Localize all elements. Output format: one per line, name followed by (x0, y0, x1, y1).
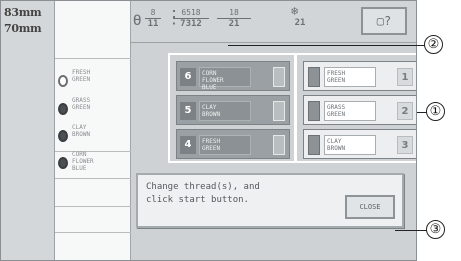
color-swatch (308, 67, 320, 87)
needle-number: 1 (397, 68, 413, 86)
thread-name: GRASS GREEN (72, 97, 91, 111)
callout-one: ① (426, 102, 445, 121)
thread-list-item[interactable]: FRESH GREEN (58, 69, 131, 91)
thread-time-icon: ❄ (291, 4, 299, 18)
thread-color-name: CLAY BROWN (324, 135, 376, 155)
current-thread-button[interactable]: 4 FRESH GREEN (176, 129, 290, 159)
thread-color-name: FRESH GREEN (324, 67, 376, 87)
thread-name: FRESH GREEN (72, 69, 91, 83)
thread-color-name: GRASS GREEN (324, 101, 376, 121)
needle-counter: 8 11 (145, 8, 161, 30)
callout-line-three (395, 230, 427, 231)
thread-list-item[interactable]: GRASS GREEN (58, 97, 131, 119)
new-thread-button[interactable]: 1 FRESH GREEN (303, 61, 416, 91)
new-thread-button[interactable]: 3 CLAY BROWN (303, 129, 416, 159)
color-swatch (308, 101, 320, 121)
spool-icon (58, 157, 68, 169)
message-dialog: Change thread(s), and click start button… (136, 173, 404, 228)
spool-icon (58, 130, 68, 142)
help-icon[interactable]: ▢? (361, 7, 407, 35)
thread-list[interactable]: FRESH GREEN GRASS GREEN CLAY BROWN CORN FLO… (55, 1, 131, 260)
thread-color-name: FRESH GREEN (199, 135, 251, 155)
thread-color-name: CLAY BROWN (199, 101, 251, 121)
thread-name: CORN FLOWER BLUE (72, 151, 94, 172)
callout-two: ② (424, 35, 443, 54)
thread-color-name: CORN FLOWER BLUE (199, 67, 251, 91)
thread-name: CLAY BROWN (72, 124, 91, 138)
current-thread-button[interactable]: 5 CLAY BROWN (176, 95, 290, 125)
color-swatch (308, 135, 320, 155)
height-value: 83mm (4, 6, 42, 19)
current-thread-button[interactable]: 6 CORN FLOWER BLUE (176, 61, 290, 91)
new-thread-group: 1 FRESH GREEN 2 GRASS GREEN 3 CLAY BROWN (295, 53, 416, 163)
color-swatch (273, 101, 285, 121)
close-button[interactable]: CLOSE (345, 195, 395, 219)
callout-line-two (228, 45, 427, 46)
dimension-panel: 83mm 70mm (1, 1, 55, 260)
color-swatch (273, 135, 285, 155)
callout-three: ③ (426, 220, 445, 239)
needle-number: 6 (180, 68, 196, 86)
status-bar: ϴ 8 11 ⋮ 6518 7312 18 21 ❄ 21 ▢? (131, 1, 416, 43)
thread-change-panel: 6 CORN FLOWER BLUE 5 CLAY BROWN 4 FRESH GREEN… (131, 43, 416, 260)
needle-icon: ϴ (133, 13, 142, 29)
stitch-counter: 6518 7312 (173, 8, 209, 30)
width-value: 70mm (4, 22, 42, 35)
spool-icon (58, 103, 68, 115)
thread-list-item[interactable]: CORN FLOWER BLUE (58, 151, 131, 173)
thread-list-item[interactable]: CLAY BROWN (58, 124, 131, 146)
color-swatch (273, 67, 285, 87)
time-remaining: 21 (294, 18, 306, 28)
new-thread-button[interactable]: 2 GRASS GREEN (303, 95, 416, 125)
needle-number: 4 (180, 136, 196, 154)
spool-icon (58, 75, 68, 87)
embroidery-screen: 83mm 70mm FRESH GREEN GRASS GREEN CLAY BRO… (0, 0, 417, 261)
needle-number: 3 (397, 136, 413, 154)
needle-number: 2 (397, 102, 413, 120)
dialog-message: Change thread(s), and click start button… (146, 182, 260, 205)
current-thread-group: 6 CORN FLOWER BLUE 5 CLAY BROWN 4 FRESH GREEN (168, 53, 296, 163)
time-counter: 18 21 (217, 8, 251, 30)
needle-number: 5 (180, 102, 196, 120)
